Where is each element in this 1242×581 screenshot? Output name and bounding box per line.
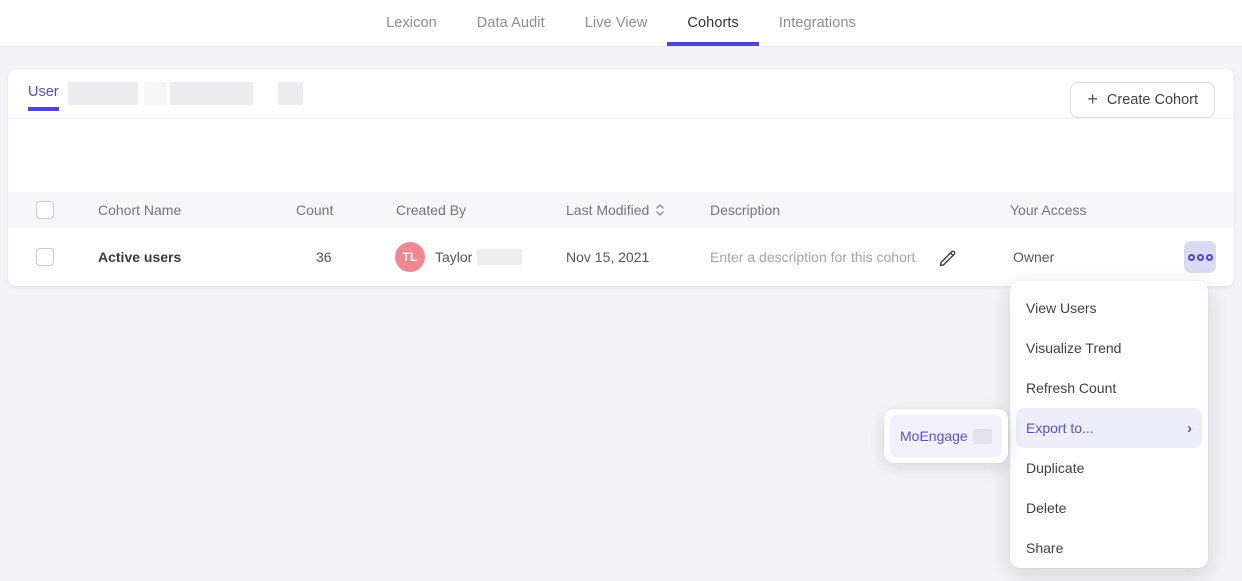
tab-user-label: User [28, 84, 59, 100]
checkbox-icon [36, 201, 54, 219]
header-last-modified-label: Last Modified [566, 202, 649, 218]
row-more-actions-button[interactable] [1184, 241, 1216, 273]
menu-item-label: Export to... [1026, 420, 1094, 436]
menu-item-delete[interactable]: Delete [1016, 488, 1202, 528]
create-cohort-label: Create Cohort [1107, 92, 1198, 108]
cohort-type-tabs: User + Create Cohort [8, 69, 1234, 119]
pencil-icon [938, 248, 958, 268]
active-tab-underline [667, 42, 758, 46]
redacted-last-name [477, 249, 522, 265]
redacted-tab [144, 82, 167, 105]
tab-label: Integrations [779, 15, 856, 31]
tab-user[interactable]: User [28, 84, 59, 111]
chevron-right-icon: › [1187, 421, 1192, 436]
row-checkbox[interactable] [36, 228, 54, 286]
submenu-item-label: MoEngage [900, 428, 968, 444]
table-row[interactable]: Active users 36 TL Taylor Nov 15, 2021 E… [8, 228, 1234, 286]
checkbox-icon [36, 248, 54, 266]
menu-item-view-users[interactable]: View Users [1016, 288, 1202, 328]
tab-lexicon[interactable]: Lexicon [366, 0, 457, 46]
created-by-cell: TL Taylor [395, 228, 522, 286]
header-description: Description [710, 192, 780, 228]
menu-item-label: Delete [1026, 500, 1066, 516]
header-created-by: Created By [396, 192, 466, 228]
submenu-item-moengage[interactable]: MoEngage [890, 415, 1002, 457]
header-last-modified[interactable]: Last Modified [566, 192, 664, 228]
create-cohort-button[interactable]: + Create Cohort [1070, 82, 1215, 118]
top-nav: Lexicon Data Audit Live View Cohorts Int… [0, 0, 1242, 47]
created-by-name: Taylor [435, 249, 472, 265]
menu-item-share[interactable]: Share [1016, 528, 1202, 568]
redacted-tab [170, 82, 253, 105]
top-nav-tabs: Lexicon Data Audit Live View Cohorts Int… [366, 0, 876, 46]
menu-item-refresh-count[interactable]: Refresh Count [1016, 368, 1202, 408]
plus-icon: + [1087, 90, 1098, 108]
avatar: TL [395, 242, 425, 272]
tab-label: Data Audit [477, 15, 545, 31]
tab-label: Lexicon [386, 15, 437, 31]
redacted-tab [68, 82, 138, 105]
cohort-name[interactable]: Active users [98, 228, 181, 286]
menu-item-label: Visualize Trend [1026, 340, 1121, 356]
redacted-tab [278, 82, 303, 105]
description-placeholder[interactable]: Enter a description for this cohort [710, 228, 915, 286]
tab-integrations[interactable]: Integrations [759, 0, 876, 46]
export-submenu: MoEngage [884, 409, 1008, 463]
header-count: Count [296, 192, 333, 228]
menu-item-label: Share [1026, 540, 1063, 556]
last-modified-cell: Nov 15, 2021 [566, 228, 649, 286]
menu-item-label: Refresh Count [1026, 380, 1116, 396]
tab-cohorts[interactable]: Cohorts [667, 0, 758, 46]
tab-live-view[interactable]: Live View [565, 0, 668, 46]
cohorts-page: Lexicon Data Audit Live View Cohorts Int… [0, 0, 1242, 581]
table-header-row: Cohort Name Count Created By Last Modifi… [8, 192, 1234, 228]
redacted-connector-name [973, 429, 992, 444]
more-dots-icon [1188, 254, 1195, 261]
more-dots-icon [1206, 254, 1213, 261]
tab-data-audit[interactable]: Data Audit [457, 0, 565, 46]
menu-item-label: Duplicate [1026, 460, 1084, 476]
cohort-count: 36 [316, 228, 332, 286]
more-dots-icon [1197, 254, 1204, 261]
sort-icon [656, 204, 664, 216]
header-cohort-name: Cohort Name [98, 192, 181, 228]
row-actions-menu: View Users Visualize Trend Refresh Count… [1010, 281, 1208, 568]
tab-label: Live View [585, 15, 648, 31]
cohorts-card: User + Create Cohort 1 Results Filter by… [8, 69, 1234, 286]
edit-description-button[interactable] [936, 246, 960, 270]
menu-item-duplicate[interactable]: Duplicate [1016, 448, 1202, 488]
tab-label: Cohorts [687, 15, 738, 31]
menu-item-export-to[interactable]: Export to... › [1016, 408, 1202, 448]
menu-item-label: View Users [1026, 300, 1097, 316]
access-cell: Owner [1013, 228, 1054, 286]
header-your-access: Your Access [1010, 192, 1087, 228]
select-all-checkbox[interactable] [36, 192, 54, 228]
menu-item-visualize-trend[interactable]: Visualize Trend [1016, 328, 1202, 368]
active-tab-underline [28, 107, 59, 111]
